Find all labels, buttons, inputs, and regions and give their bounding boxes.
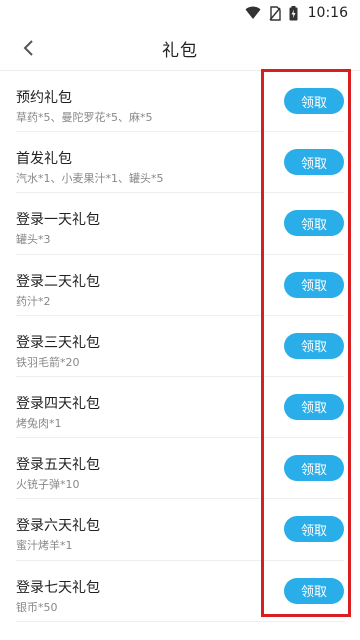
claim-button[interactable]: 领取 [284,332,344,359]
gift-row: 登录五天礼包 火铳子弹*10 领取 [0,438,360,500]
gift-row: 登录六天礼包 蜜汁烤羊*1 领取 [0,499,360,561]
chevron-left-icon [23,40,33,56]
gift-name: 登录二天礼包 [16,273,100,290]
page-title: 礼包 [162,40,198,61]
claim-button[interactable]: 领取 [284,577,344,604]
claim-button[interactable]: 领取 [284,393,344,420]
gift-contents: 药汁*2 [16,294,51,308]
gift-list: 预约礼包 草药*5、曼陀罗花*5、麻*5 领取 首发礼包 汽水*1、小麦果汁*1… [0,71,360,622]
battery-charging-icon [289,5,298,20]
gift-row: 预约礼包 草药*5、曼陀罗花*5、麻*5 领取 [0,71,360,133]
gift-contents: 草药*5、曼陀罗花*5、麻*5 [16,111,153,124]
gift-contents: 火铳子弹*10 [16,478,80,492]
gift-name: 首发礼包 [16,151,72,168]
gift-name: 登录四天礼包 [16,395,100,412]
gift-contents: 蜜汁烤羊*1 [16,539,73,553]
gift-contents: 银币*50 [16,600,58,614]
gift-contents: 汽水*1、小麦果汁*1、罐头*5 [16,172,164,186]
gift-row: 登录三天礼包 铁羽毛箭*20 领取 [0,316,360,378]
gift-row: 登录七天礼包 银币*50 领取 [0,561,360,622]
gift-name: 登录三天礼包 [16,334,100,351]
gift-name: 预约礼包 [16,90,72,106]
status-time: 10:16 [307,5,348,21]
gift-name: 登录六天礼包 [16,518,100,535]
gift-name: 登录五天礼包 [16,457,100,474]
claim-button[interactable]: 领取 [284,210,344,237]
gift-row: 首发礼包 汽水*1、小麦果汁*1、罐头*5 领取 [0,132,360,194]
claim-button[interactable]: 领取 [284,149,344,176]
no-sim-icon [269,5,281,21]
gift-name: 登录一天礼包 [16,212,100,229]
wifi-icon [245,6,261,19]
gift-contents: 烤兔肉*1 [16,416,62,430]
gift-row: 登录一天礼包 罐头*3 领取 [0,193,360,255]
claim-button[interactable]: 领取 [284,88,344,114]
claim-button[interactable]: 领取 [284,455,344,482]
back-button[interactable] [14,34,42,62]
gift-contents: 罐头*3 [16,233,51,247]
app-bar: 礼包 [0,26,360,71]
gift-name: 登录七天礼包 [16,579,100,596]
gift-contents: 铁羽毛箭*20 [16,355,80,369]
status-bar: 10:16 [0,0,360,26]
gift-row: 登录四天礼包 烤兔肉*1 领取 [0,377,360,439]
gift-row: 登录二天礼包 药汁*2 领取 [0,255,360,316]
claim-button[interactable]: 领取 [284,516,344,543]
claim-button[interactable]: 领取 [284,271,344,298]
